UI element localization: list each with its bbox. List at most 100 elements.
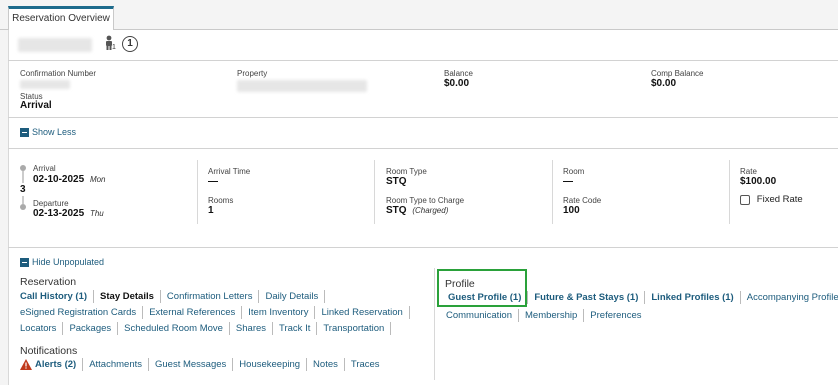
link-packages[interactable]: Packages (69, 323, 111, 334)
separator (148, 358, 149, 371)
separator (314, 306, 316, 319)
divider (8, 117, 838, 118)
info-count-icon[interactable]: 1 (122, 36, 138, 52)
separator (316, 322, 318, 335)
comp-balance-label: Comp Balance (651, 69, 704, 78)
balance-label: Balance (444, 69, 473, 78)
link-stay-details[interactable]: Stay Details (100, 291, 154, 302)
link-item-inventory[interactable]: Item Inventory (248, 307, 308, 318)
link-track-it[interactable]: Track It (279, 323, 310, 334)
link-alerts[interactable]: Alerts (2) (35, 359, 76, 370)
divider (8, 247, 838, 248)
room-type-charge-group: STQ (Charged) (386, 205, 448, 216)
confirmation-number-redacted (20, 80, 70, 89)
property-value-redacted (237, 80, 367, 92)
link-guest-profile[interactable]: Guest Profile (1) (448, 292, 521, 303)
notifications-links: Alerts (2) Attachments Guest Messages Ho… (20, 358, 380, 371)
link-notes[interactable]: Notes (313, 359, 338, 370)
link-shares[interactable]: Shares (236, 323, 266, 334)
room-label: Room (563, 167, 585, 176)
link-daily-details[interactable]: Daily Details (265, 291, 318, 302)
separator (232, 358, 234, 371)
link-communication[interactable]: Communication (446, 310, 512, 321)
separator (228, 322, 230, 335)
separator (306, 358, 308, 371)
nights-count: 3 (20, 184, 26, 195)
fixed-rate-checkbox[interactable]: Fixed Rate (740, 194, 803, 205)
show-less-toggle[interactable]: Show Less (20, 127, 76, 138)
separator (390, 322, 392, 335)
link-linked-profiles[interactable]: Linked Profiles (1) (651, 292, 733, 303)
profile-links-row1: Guest Profile (1) Future & Past Stays (1… (448, 291, 838, 304)
divider (8, 60, 838, 61)
separator (739, 291, 741, 304)
link-housekeeping[interactable]: Housekeeping (239, 359, 300, 370)
separator (518, 309, 519, 322)
arrival-date: 02-10-2025 (33, 174, 85, 185)
link-accompanying-profiles[interactable]: Accompanying Profiles (747, 292, 838, 303)
departure-dot-icon (20, 204, 26, 210)
room-type-label: Room Type (386, 167, 427, 176)
divider (729, 160, 730, 224)
room-type-charge-label: Room Type to Charge (386, 196, 465, 205)
link-esigned-registration-cards[interactable]: eSigned Registration Cards (20, 307, 136, 318)
separator (258, 290, 260, 303)
person-count: 1 (112, 44, 116, 51)
timeline-line (22, 196, 24, 204)
link-scheduled-room-move[interactable]: Scheduled Room Move (124, 323, 223, 334)
link-locators[interactable]: Locators (20, 323, 56, 334)
room-type-charge-value: STQ (386, 205, 407, 216)
separator (62, 322, 64, 335)
link-attachments[interactable]: Attachments (89, 359, 142, 370)
divider (8, 148, 838, 149)
link-preferences[interactable]: Preferences (590, 310, 641, 321)
separator (527, 291, 529, 304)
separator (644, 291, 646, 304)
link-guest-messages[interactable]: Guest Messages (155, 359, 226, 370)
arrival-time-label: Arrival Time (208, 167, 251, 176)
link-traces[interactable]: Traces (351, 359, 380, 370)
departure-day: Thu (89, 209, 104, 218)
divider (434, 268, 435, 380)
separator (159, 290, 161, 303)
arrival-date-group: 02-10-2025 Mon (33, 174, 106, 185)
link-external-references[interactable]: External References (149, 307, 235, 318)
comp-balance-value: $0.00 (651, 78, 677, 89)
arrival-day: Mon (89, 175, 106, 184)
hide-unpopulated-toggle[interactable]: Hide Unpopulated (20, 257, 104, 268)
room-value: — (563, 176, 573, 187)
profile-heading: Profile (445, 278, 475, 290)
profile-links-row2: Communication Membership Preferences (446, 309, 642, 322)
separator (408, 306, 410, 319)
checkbox-icon[interactable] (740, 194, 750, 205)
notifications-heading: Notifications (20, 345, 78, 357)
guest-name-redacted (18, 38, 92, 52)
arrival-time-value: — (208, 176, 218, 187)
separator (583, 309, 585, 322)
reservation-heading: Reservation (20, 276, 77, 288)
balance-value: $0.00 (444, 78, 470, 89)
rate-label: Rate (740, 167, 757, 176)
tab-reservation-overview[interactable]: Reservation Overview (8, 6, 114, 31)
reservation-links-row3: Locators Packages Scheduled Room Move Sh… (20, 322, 397, 335)
link-membership[interactable]: Membership (525, 310, 577, 321)
collapse-icon (20, 127, 29, 137)
link-call-history[interactable]: Call History (1) (20, 291, 87, 302)
link-future-past-stays[interactable]: Future & Past Stays (1) (534, 292, 638, 303)
rate-code-label: Rate Code (563, 196, 602, 205)
show-less-label: Show Less (32, 127, 77, 138)
departure-date: 02-13-2025 (33, 208, 85, 219)
room-type-charge-note: (Charged) (412, 206, 449, 215)
collapse-icon (20, 257, 29, 267)
status-value: Arrival (20, 100, 52, 111)
link-linked-reservation[interactable]: Linked Reservation (321, 307, 402, 318)
separator (82, 358, 84, 371)
separator (324, 290, 326, 303)
divider (374, 160, 375, 224)
link-transportation[interactable]: Transportation (323, 323, 384, 334)
link-confirmation-letters[interactable]: Confirmation Letters (167, 291, 253, 302)
timeline-line (22, 171, 24, 183)
departure-date-group: 02-13-2025 Thu (33, 208, 104, 219)
separator (93, 290, 95, 303)
separator (272, 322, 274, 335)
